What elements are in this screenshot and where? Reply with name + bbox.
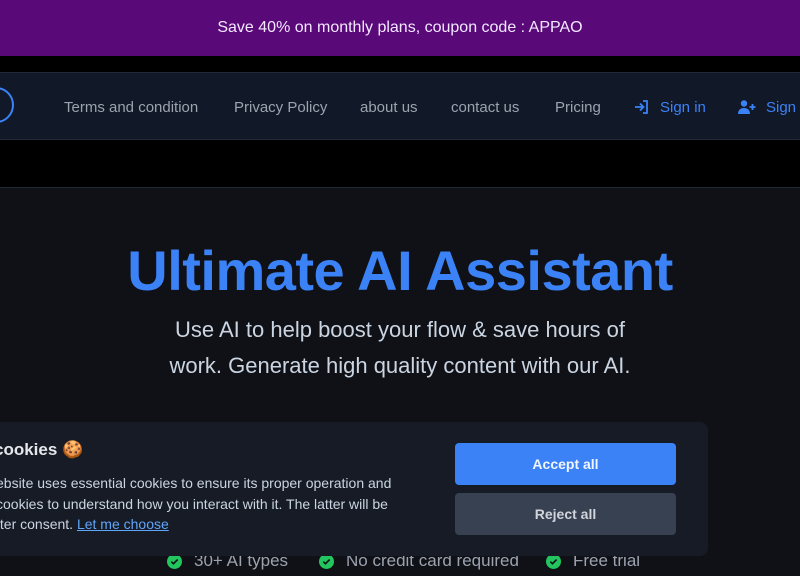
hero-title: Ultimate AI Assistant <box>127 239 673 302</box>
hero-subtitle: Use AI to help boost your flow & save ho… <box>169 317 631 378</box>
sign-up-label: Sign <box>766 98 797 116</box>
nav-about-link[interactable]: about us <box>360 73 418 141</box>
cookie-icon: 🍪 <box>62 440 84 459</box>
top-navbar: Terms and condition Privacy Policy about… <box>0 72 800 140</box>
cookie-text-line: ebsite uses essential cookies to ensure … <box>0 475 392 491</box>
promo-banner: Save 40% on monthly plans, coupon code :… <box>0 0 800 56</box>
sign-in-icon <box>635 100 648 114</box>
cookie-description: ebsite uses essential cookies to ensure … <box>0 473 406 535</box>
let-me-choose-link[interactable]: Let me choose <box>77 516 169 532</box>
nav-pricing-link[interactable]: Pricing <box>555 73 601 141</box>
promo-text: Save 40% on monthly plans, coupon code :… <box>217 19 583 36</box>
reject-all-button[interactable]: Reject all <box>455 493 676 535</box>
sign-up-button[interactable]: Sign <box>738 73 796 141</box>
sign-in-label: Sign in <box>660 98 706 116</box>
accept-all-button[interactable]: Accept all <box>455 443 676 485</box>
cookie-text-line: fter consent. Let me choose <box>0 514 406 535</box>
cookie-text-line: cookies to understand how you interact w… <box>0 495 388 512</box>
nav-contact-link[interactable]: contact us <box>451 73 519 141</box>
sub-navbar <box>0 140 800 188</box>
cookie-title: cookies 🍪 <box>0 440 83 460</box>
sign-in-button[interactable]: Sign in <box>634 73 706 141</box>
user-plus-icon <box>738 100 756 114</box>
nav-privacy-link[interactable]: Privacy Policy <box>234 73 327 141</box>
spacer <box>0 56 800 72</box>
logo[interactable] <box>0 87 14 123</box>
nav-terms-link[interactable]: Terms and condition <box>64 73 198 141</box>
cookie-title-text: cookies <box>0 440 58 459</box>
cookie-text-fragment: fter consent. <box>0 516 74 532</box>
